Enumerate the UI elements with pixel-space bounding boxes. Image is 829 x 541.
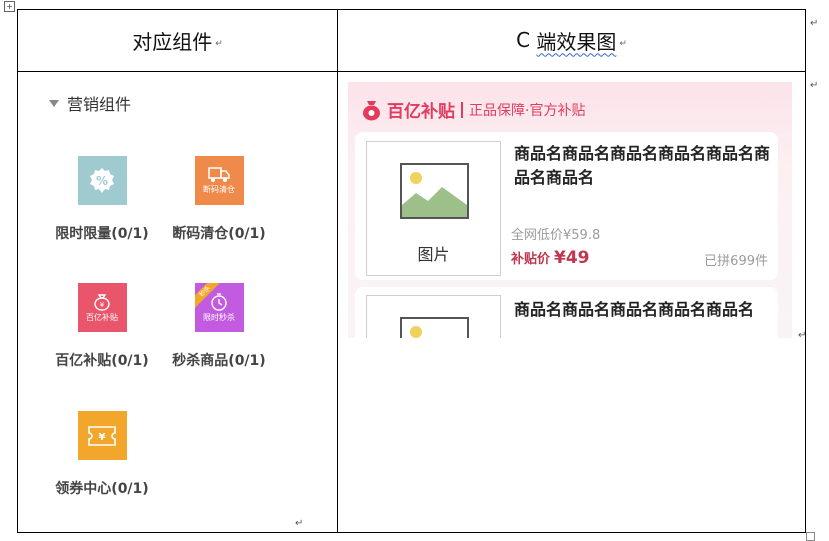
component-label: 百亿补贴(0/1) [55,353,149,369]
icon-caption: 限时秒杀 [203,313,235,322]
product-image-placeholder [366,295,501,338]
client-preview-image: 百亿补贴 正品保障·官方补贴 图片 商品名商品名商品名商品名商品名商品名商品名 … [348,82,792,338]
component-group-header[interactable]: 营销组件 [49,91,131,115]
price-label: 补贴价 [511,252,551,267]
subsidy-price-row: 补贴价 ¥49 [511,248,590,268]
subsidy-title: 百亿补贴 [387,102,455,122]
component-group-title: 营销组件 [67,95,132,114]
product-card[interactable]: 图片 商品名商品名商品名商品名商品名商品名商品名 全网低价¥59.8 补贴价 ¥… [355,132,778,280]
header-component-text: 对应组件 [132,29,213,54]
title-divider [461,101,463,118]
header-client-prefix: C [516,28,537,52]
row-end-mark: ↵ [810,18,819,29]
icon-caption: 百亿补贴 [86,313,118,322]
header-client-effect-text: 端效果图 [536,29,617,54]
subsidy-subtitle: 正品保障·官方补贴 [469,102,586,119]
product-card[interactable]: 商品名商品名商品名商品名商品名 [355,287,778,338]
row-end-mark: ↵ [810,80,819,91]
paragraph-mark: ↵ [619,39,627,49]
collapse-triangle-icon[interactable] [49,99,59,107]
image-label: 图片 [417,245,450,264]
table-left-border [17,9,18,533]
header-cell-component: 对应组件 ↵ [18,9,337,71]
coupon-ticket-icon: ¥ [77,411,127,460]
money-bag-icon: ¥ 百亿补贴 [77,283,127,332]
component-label: 限时限量(0/1) [55,226,149,242]
clearance-truck-icon: 断码清仓 [194,156,244,205]
component-limited-time[interactable]: % 限时限量(0/1) [42,156,162,243]
svg-text:¥: ¥ [99,432,106,443]
svg-text:¥: ¥ [100,301,105,309]
image-icon [400,163,469,219]
image-icon [400,317,469,338]
icon-caption: 断码清仓 [203,185,235,194]
stopwatch-icon: 秒杀 限时秒杀 [194,283,244,332]
price-value: ¥49 [554,248,590,268]
product-name: 商品名商品名商品名商品名商品名 [514,300,755,319]
product-name: 商品名商品名商品名商品名商品名商品名商品名 [514,144,771,187]
row-end-mark: ↵ [798,330,807,341]
component-label: 秒杀商品(0/1) [172,353,266,369]
subsidy-banner: 百亿补贴 正品保障·官方补贴 [362,97,585,122]
component-flash-sale[interactable]: 秒杀 限时秒杀 秒杀商品(0/1) [159,283,279,370]
table-bottom-border [17,532,806,533]
percent-badge-icon: % [77,156,127,205]
header-cell-client-effect: C 端效果图 ↵ [338,9,805,71]
sold-count: 已拼699件 [704,254,768,269]
table-right-border [805,9,806,533]
table-column-divider [337,9,338,533]
component-label: 领券中心(0/1) [55,481,149,497]
component-clearance[interactable]: 断码清仓 断码清仓(0/1) [159,156,279,243]
paragraph-mark: ↵ [215,39,223,49]
cell-end-mark: ↵ [295,518,304,529]
money-bag-icon [362,99,381,121]
table-header-divider [17,71,806,72]
svg-text:%: % [96,174,108,188]
market-low-price: 全网低价¥59.8 [511,228,601,243]
component-label: 断码清仓(0/1) [172,226,266,242]
component-coupon-center[interactable]: ¥ 领券中心(0/1) [42,411,162,498]
component-subsidy[interactable]: ¥ 百亿补贴 百亿补贴(0/1) [42,283,162,370]
table-move-handle[interactable]: + [4,1,15,12]
product-image-placeholder: 图片 [366,141,501,276]
